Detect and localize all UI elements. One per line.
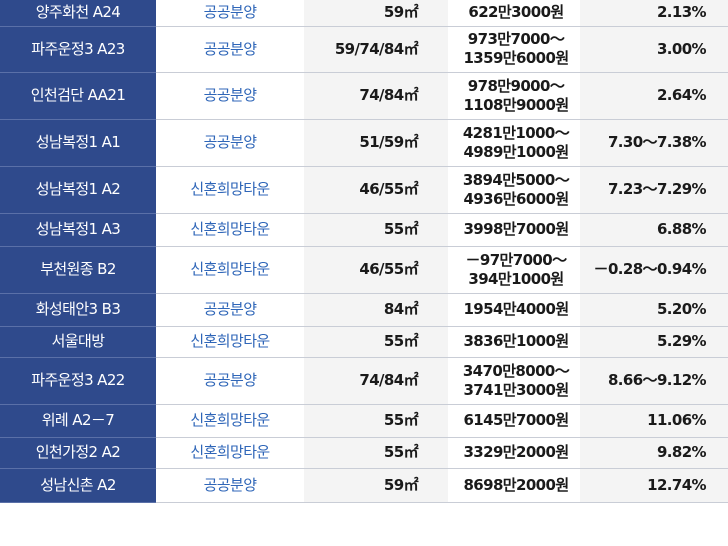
price-cell: 6145만7000원 <box>448 404 580 438</box>
unit-area: 46/55㎡ <box>304 166 448 214</box>
rate-value: 11.06% <box>580 404 728 438</box>
price-line: 3836만1000원 <box>463 332 569 350</box>
price-line: 8698만2000원 <box>463 475 569 494</box>
rate-value: 7.23～7.29% <box>580 166 728 214</box>
supply-type: 공공분양 <box>156 293 304 327</box>
price-cell: 1954만4000원 <box>448 293 580 327</box>
supply-type: 신혼희망타운 <box>156 166 304 214</box>
unit-area: 51/59㎡ <box>304 119 448 167</box>
table-row: 성남복정1 A3 신혼희망타운 55㎡ 3998만7000원 6.88% <box>0 213 728 247</box>
price-cell: 3998만7000원 <box>448 213 580 247</box>
table-row: 성남복정1 A2 신혼희망타운 46/55㎡ 3894만5000～ 4936만6000원… <box>0 166 728 214</box>
price-cell: 973만7000～ 1359만6000원 <box>448 26 580 73</box>
rate-value: 8.66～9.12% <box>580 357 728 405</box>
rate-value: 12.74% <box>580 468 728 503</box>
complex-name: 위례 A2－7 <box>0 404 156 438</box>
table-row: 성남복정1 A1 공공분양 51/59㎡ 4281만1000～ 4989만1000원 7.… <box>0 119 728 167</box>
price-cell: 978만9000～ 1108만9000원 <box>448 72 580 120</box>
supply-type: 공공분양 <box>156 468 304 503</box>
unit-area: 59㎡ <box>304 0 448 27</box>
table-body: 양주화천 A24 공공분양 59㎡ 622만3000원 2.13% 파주운정3 A23 공공… <box>0 0 728 503</box>
unit-area: 46/55㎡ <box>304 246 448 294</box>
price-cell: 4281만1000～ 4989만1000원 <box>448 119 580 167</box>
table-row: 화성태안3 B3 공공분양 84㎡ 1954만4000원 5.20% <box>0 293 728 327</box>
unit-area: 84㎡ <box>304 293 448 327</box>
unit-area: 55㎡ <box>304 326 448 358</box>
rate-value: 2.13% <box>580 0 728 27</box>
supply-type: 신혼희망타운 <box>156 213 304 247</box>
table-row: 인천검단 AA21 공공분양 74/84㎡ 978만9000～ 1108만9000원 2.… <box>0 72 728 120</box>
complex-name: 부천원종 B2 <box>0 246 156 294</box>
complex-name: 파주운정3 A22 <box>0 357 156 405</box>
price-line: 1359만6000원 <box>463 49 569 67</box>
price-cell: 3894만5000～ 4936만6000원 <box>448 166 580 214</box>
complex-name: 인천검단 AA21 <box>0 72 156 120</box>
unit-area: 59/74/84㎡ <box>304 26 448 73</box>
price-cell: 8698만2000원 <box>448 468 580 503</box>
supply-type: 신혼희망타운 <box>156 437 304 469</box>
supply-type: 신혼희망타운 <box>156 326 304 358</box>
rate-value: 3.00% <box>580 26 728 73</box>
table-row: 위례 A2－7 신혼희망타운 55㎡ 6145만7000원 11.06% <box>0 404 728 438</box>
price-line: 3329만2000원 <box>463 443 569 461</box>
table-row: 서울대방 신혼희망타운 55㎡ 3836만1000원 5.29% <box>0 326 728 358</box>
unit-area: 55㎡ <box>304 213 448 247</box>
table-row: 양주화천 A24 공공분양 59㎡ 622만3000원 2.13% <box>0 0 728 27</box>
unit-area: 55㎡ <box>304 437 448 469</box>
price-line: 6145만7000원 <box>463 411 569 429</box>
unit-area: 74/84㎡ <box>304 357 448 405</box>
supply-type: 공공분양 <box>156 357 304 405</box>
price-line: －97만7000～ <box>465 250 567 269</box>
price-line: 3998만7000원 <box>463 220 569 238</box>
price-line: 3470만8000～ <box>462 361 570 380</box>
price-line: 4989만1000원 <box>463 142 569 161</box>
complex-name: 파주운정3 A23 <box>0 26 156 73</box>
complex-name: 성남복정1 A3 <box>0 213 156 247</box>
table-row: 부천원종 B2 신혼희망타운 46/55㎡ －97만7000～ 394만1000원 －0.… <box>0 246 728 294</box>
table-row: 성남신촌 A2 공공분양 59㎡ 8698만2000원 12.74% <box>0 468 728 503</box>
complex-name: 성남신촌 A2 <box>0 468 156 503</box>
supply-type: 공공분양 <box>156 0 304 27</box>
complex-name: 화성태안3 B3 <box>0 293 156 327</box>
table-row: 인천가정2 A2 신혼희망타운 55㎡ 3329만2000원 9.82% <box>0 437 728 469</box>
complex-name: 성남복정1 A2 <box>0 166 156 214</box>
price-line: 978만9000～ <box>467 76 565 95</box>
complex-name: 서울대방 <box>0 326 156 358</box>
complex-name: 성남복정1 A1 <box>0 119 156 167</box>
rate-value: －0.28～0.94% <box>580 246 728 294</box>
price-line: 622만3000원 <box>468 3 564 22</box>
price-line: 3741만3000원 <box>463 380 569 399</box>
unit-area: 55㎡ <box>304 404 448 438</box>
price-cell: 3836만1000원 <box>448 326 580 358</box>
supply-type: 신혼희망타운 <box>156 404 304 438</box>
price-cell: 622만3000원 <box>448 0 580 27</box>
price-line: 1954만4000원 <box>463 300 569 318</box>
price-cell: －97만7000～ 394만1000원 <box>448 246 580 294</box>
rate-value: 5.20% <box>580 293 728 327</box>
price-line: 4936만6000원 <box>463 189 569 208</box>
rate-value: 5.29% <box>580 326 728 358</box>
rate-value: 9.82% <box>580 437 728 469</box>
price-line: 973만7000～ <box>467 30 565 48</box>
rate-value: 2.64% <box>580 72 728 120</box>
supply-type: 공공분양 <box>156 26 304 73</box>
supply-type: 공공분양 <box>156 119 304 167</box>
rate-value: 7.30～7.38% <box>580 119 728 167</box>
unit-area: 59㎡ <box>304 468 448 503</box>
price-line: 394만1000원 <box>468 269 564 288</box>
price-line: 4281만1000～ <box>462 123 570 142</box>
supply-type: 신혼희망타운 <box>156 246 304 294</box>
rate-value: 6.88% <box>580 213 728 247</box>
price-cell: 3329만2000원 <box>448 437 580 469</box>
complex-name: 양주화천 A24 <box>0 0 156 27</box>
housing-table: 양주화천 A24 공공분양 59㎡ 622만3000원 2.13% 파주운정3 A23 공공… <box>0 0 728 503</box>
price-cell: 3470만8000～ 3741만3000원 <box>448 357 580 405</box>
supply-type: 공공분양 <box>156 72 304 120</box>
table-row: 파주운정3 A23 공공분양 59/74/84㎡ 973만7000～ 1359만6000… <box>0 26 728 73</box>
unit-area: 74/84㎡ <box>304 72 448 120</box>
price-line: 3894만5000～ <box>462 170 570 189</box>
complex-name: 인천가정2 A2 <box>0 437 156 469</box>
table-row: 파주운정3 A22 공공분양 74/84㎡ 3470만8000～ 3741만3000원 8… <box>0 357 728 405</box>
price-line: 1108만9000원 <box>463 95 569 114</box>
